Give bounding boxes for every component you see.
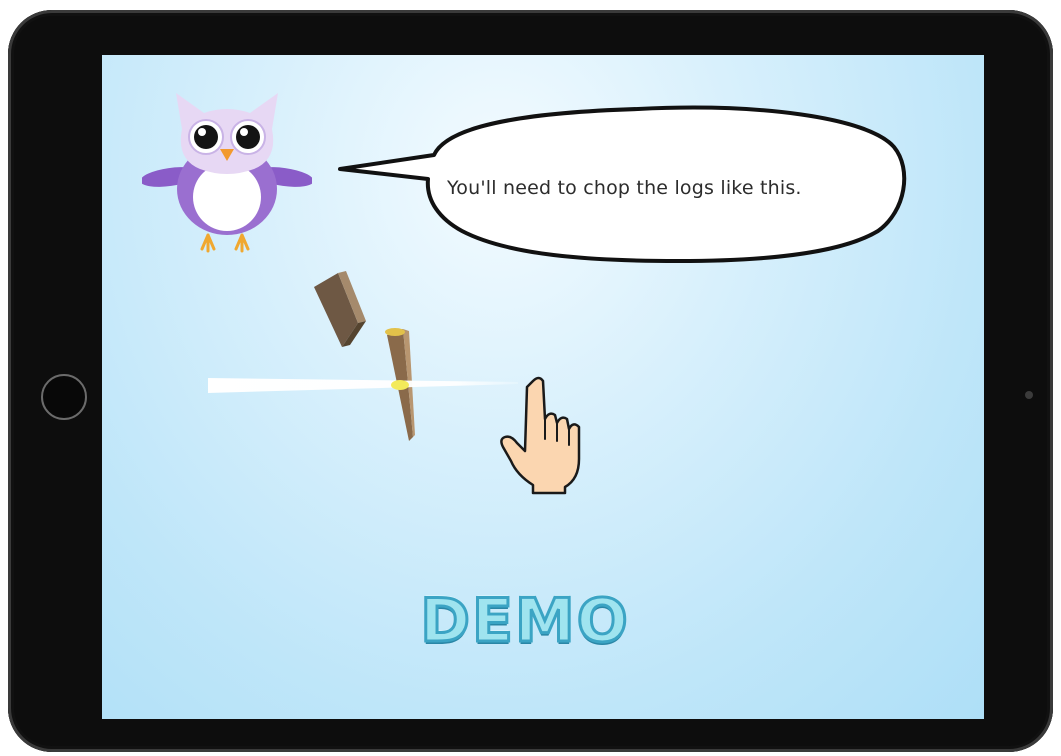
- home-button[interactable]: [41, 374, 87, 420]
- log-piece-top: [314, 271, 366, 347]
- demo-label: DEMO: [419, 585, 630, 658]
- camera-dot: [1025, 391, 1033, 399]
- pointing-hand-icon: [500, 376, 581, 495]
- game-screen[interactable]: You'll need to chop the logs like this.: [102, 55, 984, 719]
- speech-text: You'll need to chop the logs like this.: [447, 177, 802, 199]
- swipe-trail: [208, 378, 518, 393]
- owl-mascot-icon: [142, 93, 312, 253]
